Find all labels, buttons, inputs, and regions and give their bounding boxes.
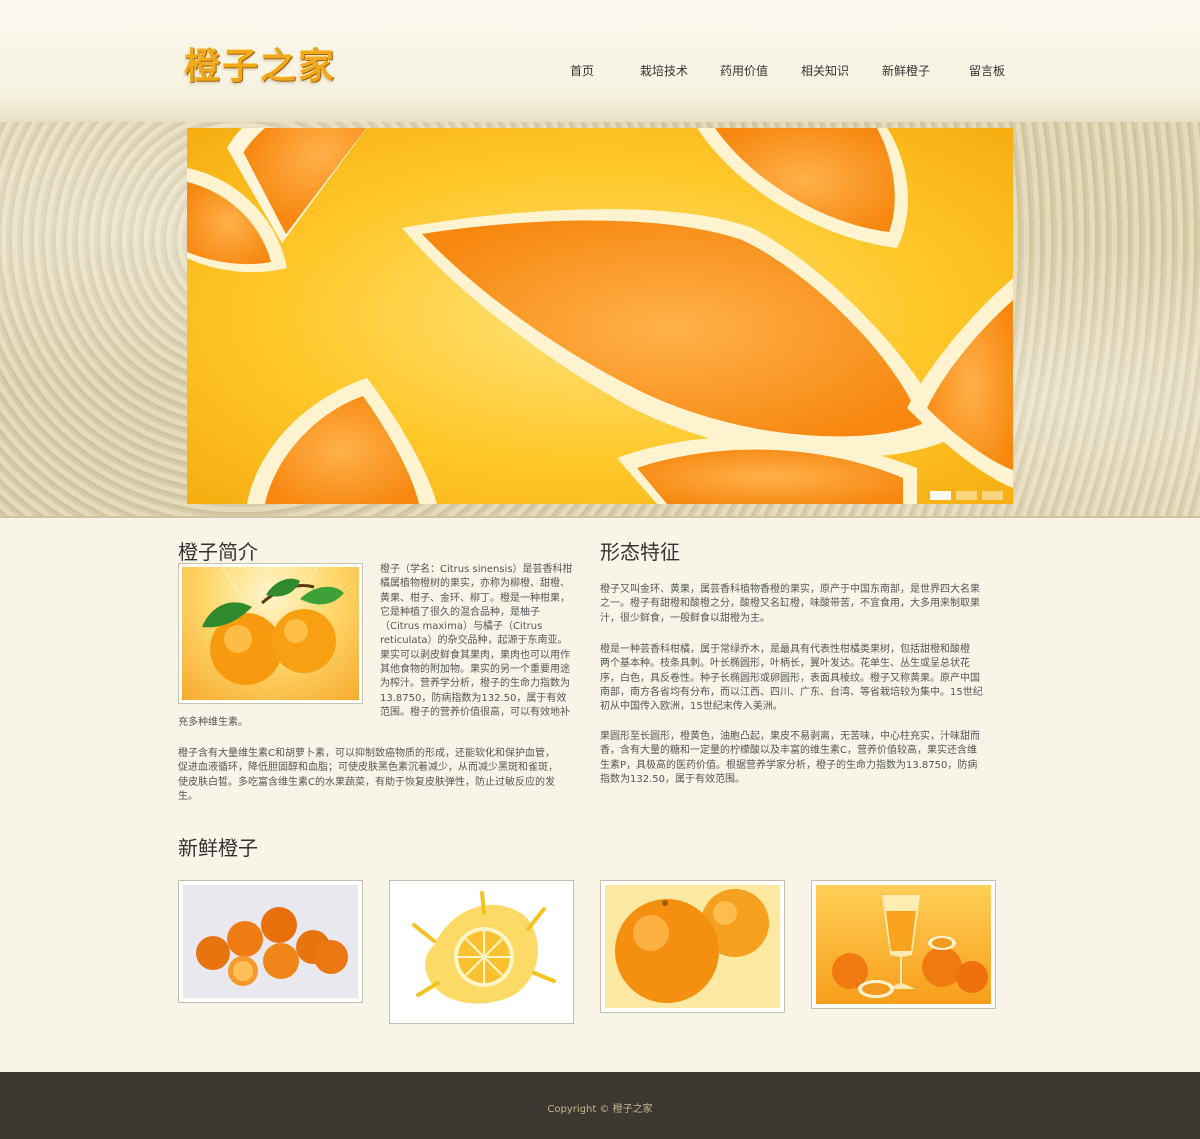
oranges-with-leaves-image [178,563,363,704]
orange-pile-icon [196,907,348,986]
nav-item-fresh-oranges[interactable]: 新鲜橙子 [882,62,930,80]
nav-item-cultivation[interactable]: 栽培技术 [640,62,688,80]
slider-dot-3[interactable] [982,491,1003,500]
features-title: 形态特征 [600,540,680,564]
banner [0,122,1200,518]
text-line: 为榨汁。营养学分析，橙子的生命力指数为 [380,678,570,690]
slider-dot-2[interactable] [956,491,977,500]
text-line: 南部，南方各省均有分布，而以江西、四川、广东、台湾、等省栽培较为集中。15世纪 [600,686,983,698]
text-line: 香，含有大量的糖和一定量的柠檬酸以及丰富的维生素C，营养价值较高，果实还含维 [600,745,977,757]
text-line: 之一。橙子有甜橙和酸橙之分，酸橙又名缸橙，味酸带苦，不宜食用，大多用来制取果 [600,598,980,610]
orange-slices-icon [187,128,1013,504]
intro-text-beside: 橙子（学名：Citrus sinensis）是芸香科柑 橘属植物橙树的果实，亦称… [380,563,580,720]
text-line: 橙子含有大量维生素C和胡萝卜素，可以抑制致癌物质的形成，还能软化和保护血管， [178,748,555,759]
text-line: 橙子又叫金环、黄果，属芸香科植物香橙的果实，原产于中国东南部，是世界四大名果 [600,584,980,595]
orange-juice-splash-icon [412,891,556,1004]
text-line: 13.8750，防病指数为132.50，属于有效 [380,692,567,704]
nav-item-medicinal[interactable]: 药用价值 [720,62,768,80]
text-line: 橙是一种芸香科柑橘，属于常绿乔木，是最具有代表性柑橘类果树，包括甜橙和酸橙 [600,644,970,655]
text-line: 指数为132.50，属于有效范围。 [600,773,745,785]
text-line: 果实可以剥皮鲜食其果肉，果肉也可以用作 [380,649,570,661]
fresh-photo-4[interactable] [811,880,996,1009]
fresh-photo-3[interactable] [600,880,785,1013]
slider-dots [930,491,1003,500]
features-paragraph-3: 果圆形至长圆形，橙黄色，油胞凸起，果皮不易剥离，无苦味，中心柱充实，汁味甜而 香… [600,730,1010,787]
text-line: 黄果、柑子、金环、柳丁。橙是一种柑果， [380,592,570,604]
nav-item-guestbook[interactable]: 留言板 [969,62,1005,80]
text-line: 初从中国传入欧洲，15世纪末传入美洲。 [600,701,783,713]
text-line: 橘属植物橙树的果实，亦称为柳橙、甜橙、 [380,578,570,590]
text-line: 促进血液循环，降低胆固醇和血脂；可使皮肤黑色素沉着减少，从而减少黑斑和雀斑， [178,762,558,774]
site-header: 橙子之家 首页 栽培技术 药用价值 相关知识 新鲜橙子 留言板 [0,0,1200,122]
text-line: 充多种维生素。 [178,717,248,728]
whole-oranges-icon [615,889,769,1003]
intro-second-paragraph: 橙子含有大量维生素C和胡萝卜素，可以抑制致癌物质的形成，还能软化和保护血管， 促… [178,747,588,804]
slider-dot-1[interactable] [930,491,951,500]
oranges-with-leaves-icon [202,566,344,685]
copyright-text: Copyright © 橙子之家 [547,1104,653,1115]
text-line: 果圆形至长圆形，橙黄色，油胞凸起，果皮不易剥离，无苦味，中心柱充实，汁味甜而 [600,731,980,742]
text-line: （Citrus maxima）与橘子（Citrus [380,621,543,633]
text-line: 它是种植了很久的混合品种，是柚子 [380,606,540,618]
site-footer: Copyright © 橙子之家 [0,1072,1200,1139]
fresh-title: 新鲜橙子 [178,836,258,860]
text-line: 生素P，具极高的医药价值。根据营养学家分析，橙子的生命力指数为13.8750，防… [600,759,978,771]
text-line: 两个基本种。枝条具刺。叶长椭圆形，叶柄长，翼叶发达。花单生、丛生或呈总状花 [600,658,970,670]
text-line: 生。 [178,790,198,802]
intro-title: 橙子简介 [178,540,258,564]
nav-item-knowledge[interactable]: 相关知识 [801,62,849,80]
text-line: 汁，很少鲜食，一般鲜食以甜橙为主。 [600,612,770,624]
text-line: 序，白色，具反卷性。种子长椭圆形或卵圆形，表面具棱纹。橙子又称黄果。原产中国 [600,672,980,684]
nav-item-home[interactable]: 首页 [570,62,594,80]
features-paragraph-1: 橙子又叫金环、黄果，属芸香科植物香橙的果实，原产于中国东南部，是世界四大名果 之… [600,583,1010,626]
fresh-photo-1[interactable] [178,880,363,1003]
text-line: 其他食物的附加物。果实的另一个重要用途 [380,664,570,676]
orange-juice-glass-icon [832,895,988,998]
features-paragraph-2: 橙是一种芸香科柑橘，属于常绿乔木，是最具有代表性柑橘类果树，包括甜橙和酸橙 两个… [600,643,1010,714]
text-line: 橙子（学名：Citrus sinensis）是芸香科柑 [380,564,573,575]
text-line: 使皮肤白皙。多吃富含维生素C的水果蔬菜，有助于恢复皮肤弹性，防止过敏反应的发 [178,776,555,788]
intro-text-below: 充多种维生素。 [178,716,588,730]
main-nav: 首页 栽培技术 药用价值 相关知识 新鲜橙子 留言板 [0,62,1200,80]
orange-slices-image [187,128,1013,504]
text-line: reticulata）的杂交品种，起源于东南亚。 [380,635,568,647]
fresh-photo-2[interactable] [389,880,574,1024]
